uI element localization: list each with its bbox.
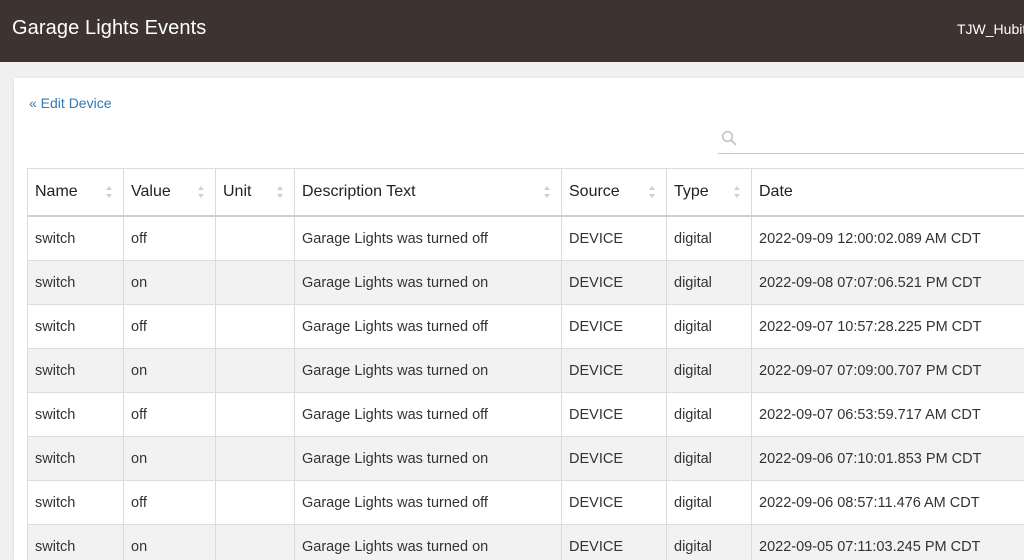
sort-icon xyxy=(648,185,656,199)
cell-name: switch xyxy=(27,436,124,481)
cell-unit xyxy=(215,480,295,525)
cell-type: digital xyxy=(666,480,752,525)
table-row: switch off Garage Lights was turned off … xyxy=(27,215,1024,261)
cell-value: on xyxy=(123,260,216,305)
cell-name: switch xyxy=(27,348,124,393)
cell-date: 2022-09-07 06:53:59.717 AM CDT xyxy=(751,392,1024,437)
cell-type: digital xyxy=(666,392,752,437)
cell-name: switch xyxy=(27,480,124,525)
column-header-type[interactable]: Type xyxy=(666,168,752,217)
cell-value: off xyxy=(123,480,216,525)
cell-unit xyxy=(215,436,295,481)
cell-description: Garage Lights was turned off xyxy=(294,480,562,525)
cell-date: 2022-09-05 07:11:03.245 PM CDT xyxy=(751,524,1024,560)
column-header-date[interactable]: Date xyxy=(751,168,1024,217)
column-header-label: Date xyxy=(759,183,793,200)
top-bar: Garage Lights Events TJW_Hubitat xyxy=(0,0,1024,62)
cell-name: switch xyxy=(27,215,124,261)
column-header-value[interactable]: Value xyxy=(123,168,216,217)
cell-unit xyxy=(215,304,295,349)
cell-source: DEVICE xyxy=(561,436,667,481)
cell-source: DEVICE xyxy=(561,260,667,305)
cell-source: DEVICE xyxy=(561,524,667,560)
column-header-label: Name xyxy=(35,183,78,200)
cell-value: off xyxy=(123,392,216,437)
page-title: Garage Lights Events xyxy=(12,17,207,39)
cell-value: on xyxy=(123,524,216,560)
events-card: « Edit Device Name Value Unit Descriptio… xyxy=(14,78,1024,560)
table-row: switch off Garage Lights was turned off … xyxy=(27,304,1024,349)
sort-icon xyxy=(105,185,113,199)
sort-icon xyxy=(733,185,741,199)
table-row: switch on Garage Lights was turned on DE… xyxy=(27,436,1024,481)
column-header-unit[interactable]: Unit xyxy=(215,168,295,217)
cell-name: switch xyxy=(27,392,124,437)
table-row: switch on Garage Lights was turned on DE… xyxy=(27,348,1024,393)
cell-date: 2022-09-09 12:00:02.089 AM CDT xyxy=(751,215,1024,261)
cell-name: switch xyxy=(27,524,124,560)
cell-description: Garage Lights was turned off xyxy=(294,392,562,437)
cell-value: off xyxy=(123,304,216,349)
cell-description: Garage Lights was turned on xyxy=(294,436,562,481)
table-row: switch on Garage Lights was turned on DE… xyxy=(27,260,1024,305)
search-box xyxy=(718,123,1024,154)
column-header-label: Value xyxy=(131,183,171,200)
cell-unit xyxy=(215,524,295,560)
column-header-description[interactable]: Description Text xyxy=(294,168,562,217)
cell-description: Garage Lights was turned on xyxy=(294,348,562,393)
column-header-label: Unit xyxy=(223,183,252,200)
column-header-source[interactable]: Source xyxy=(561,168,667,217)
column-header-name[interactable]: Name xyxy=(27,168,124,217)
cell-unit xyxy=(215,260,295,305)
events-table: Name Value Unit Description Text Source … xyxy=(27,168,1024,560)
cell-source: DEVICE xyxy=(561,480,667,525)
cell-source: DEVICE xyxy=(561,348,667,393)
cell-type: digital xyxy=(666,524,752,560)
cell-source: DEVICE xyxy=(561,215,667,261)
cell-type: digital xyxy=(666,348,752,393)
cell-type: digital xyxy=(666,260,752,305)
cell-unit xyxy=(215,215,295,261)
cell-value: on xyxy=(123,348,216,393)
cell-value: off xyxy=(123,215,216,261)
hub-name-link[interactable]: TJW_Hubitat xyxy=(957,21,1024,37)
cell-date: 2022-09-07 10:57:28.225 PM CDT xyxy=(751,304,1024,349)
sort-icon xyxy=(197,185,205,199)
column-header-label: Description Text xyxy=(302,183,416,200)
table-row: switch off Garage Lights was turned off … xyxy=(27,480,1024,525)
cell-name: switch xyxy=(27,304,124,349)
table-header-row: Name Value Unit Description Text Source … xyxy=(27,168,1024,217)
cell-date: 2022-09-07 07:09:00.707 PM CDT xyxy=(751,348,1024,393)
cell-description: Garage Lights was turned off xyxy=(294,304,562,349)
cell-date: 2022-09-06 08:57:11.476 AM CDT xyxy=(751,480,1024,525)
cell-description: Garage Lights was turned on xyxy=(294,260,562,305)
cell-unit xyxy=(215,392,295,437)
search-input[interactable] xyxy=(744,126,1024,152)
edit-device-link[interactable]: « Edit Device xyxy=(29,95,111,111)
cell-source: DEVICE xyxy=(561,304,667,349)
cell-unit xyxy=(215,348,295,393)
cell-description: Garage Lights was turned on xyxy=(294,524,562,560)
cell-source: DEVICE xyxy=(561,392,667,437)
sort-icon xyxy=(543,185,551,199)
cell-date: 2022-09-06 07:10:01.853 PM CDT xyxy=(751,436,1024,481)
table-row: switch on Garage Lights was turned on DE… xyxy=(27,524,1024,560)
cell-description: Garage Lights was turned off xyxy=(294,215,562,261)
search-icon xyxy=(721,130,737,146)
cell-name: switch xyxy=(27,260,124,305)
column-header-label: Source xyxy=(569,183,620,200)
cell-type: digital xyxy=(666,215,752,261)
table-row: switch off Garage Lights was turned off … xyxy=(27,392,1024,437)
column-header-label: Type xyxy=(674,183,709,200)
cell-type: digital xyxy=(666,304,752,349)
cell-value: on xyxy=(123,436,216,481)
cell-date: 2022-09-08 07:07:06.521 PM CDT xyxy=(751,260,1024,305)
cell-type: digital xyxy=(666,436,752,481)
sort-icon xyxy=(276,185,284,199)
